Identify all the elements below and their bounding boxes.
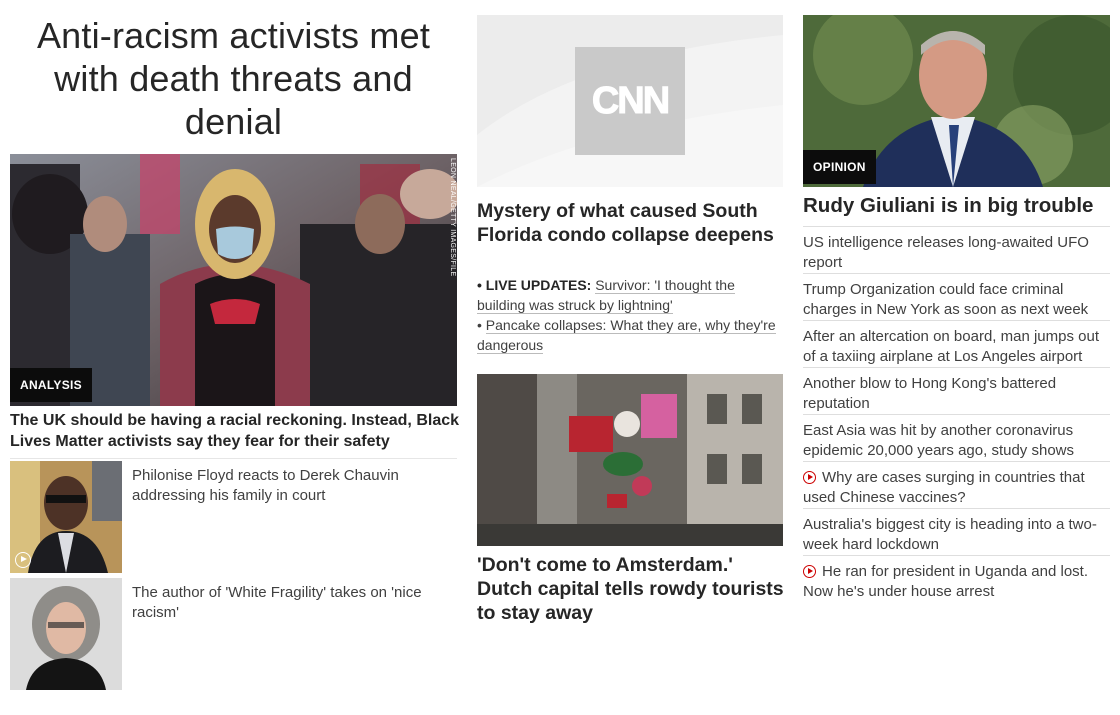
floyd-thumbnail[interactable] (10, 461, 122, 573)
live-updates-label: • LIVE UPDATES: (477, 277, 592, 293)
thumb-story-text[interactable]: Philonise Floyd reacts to Derek Chauvin … (132, 466, 452, 505)
video-play-icon (803, 565, 816, 578)
list-item[interactable]: US intelligence releases long-awaited UF… (803, 226, 1110, 273)
lead-headline[interactable]: Anti-racism activists met with death thr… (10, 14, 457, 143)
list-item[interactable]: The author of 'White Fragility' takes on… (10, 578, 457, 690)
divider (10, 458, 457, 459)
analysis-tag: ANALYSIS (10, 368, 92, 402)
live-updates-block: • LIVE UPDATES: Survivor: 'I thought the… (477, 277, 776, 354)
main-story-link[interactable]: The UK should be having a racial reckoni… (10, 410, 460, 452)
headline-list: US intelligence releases long-awaited UF… (803, 226, 1110, 602)
list-item[interactable]: Why are cases surging in countries that … (803, 461, 1110, 508)
list-item[interactable]: Philonise Floyd reacts to Derek Chauvin … (10, 461, 457, 573)
list-item[interactable]: Trump Organization could face criminal c… (803, 273, 1110, 320)
play-icon[interactable] (15, 552, 31, 568)
list-item[interactable]: Another blow to Hong Kong's battered rep… (803, 367, 1110, 414)
video-play-icon (803, 471, 816, 484)
amsterdam-photo[interactable] (477, 374, 783, 546)
pancake-link[interactable]: Pancake collapses: What they are, why th… (477, 317, 776, 354)
amsterdam-story-title[interactable]: 'Don't come to Amsterdam.' Dutch capital… (477, 553, 787, 625)
photo-credit: LEON NEAL/GETTY IMAGES/FILE (449, 158, 456, 277)
cnn-logo: CNN (575, 47, 685, 155)
list-item[interactable]: He ran for president in Uganda and lost.… (803, 555, 1110, 602)
condo-story-title[interactable]: Mystery of what caused South Florida con… (477, 199, 787, 247)
cnn-placeholder-image[interactable]: CNN (477, 15, 783, 187)
thumb-story-text[interactable]: The author of 'White Fragility' takes on… (132, 583, 452, 622)
author-thumbnail[interactable] (10, 578, 122, 690)
opinion-tag: OPINION (803, 150, 876, 184)
giuliani-headline[interactable]: Rudy Giuliani is in big trouble (803, 194, 1093, 218)
list-item[interactable]: Australia's biggest city is heading into… (803, 508, 1110, 555)
list-item[interactable]: After an altercation on board, man jumps… (803, 320, 1110, 367)
list-item[interactable]: East Asia was hit by another coronavirus… (803, 414, 1110, 461)
